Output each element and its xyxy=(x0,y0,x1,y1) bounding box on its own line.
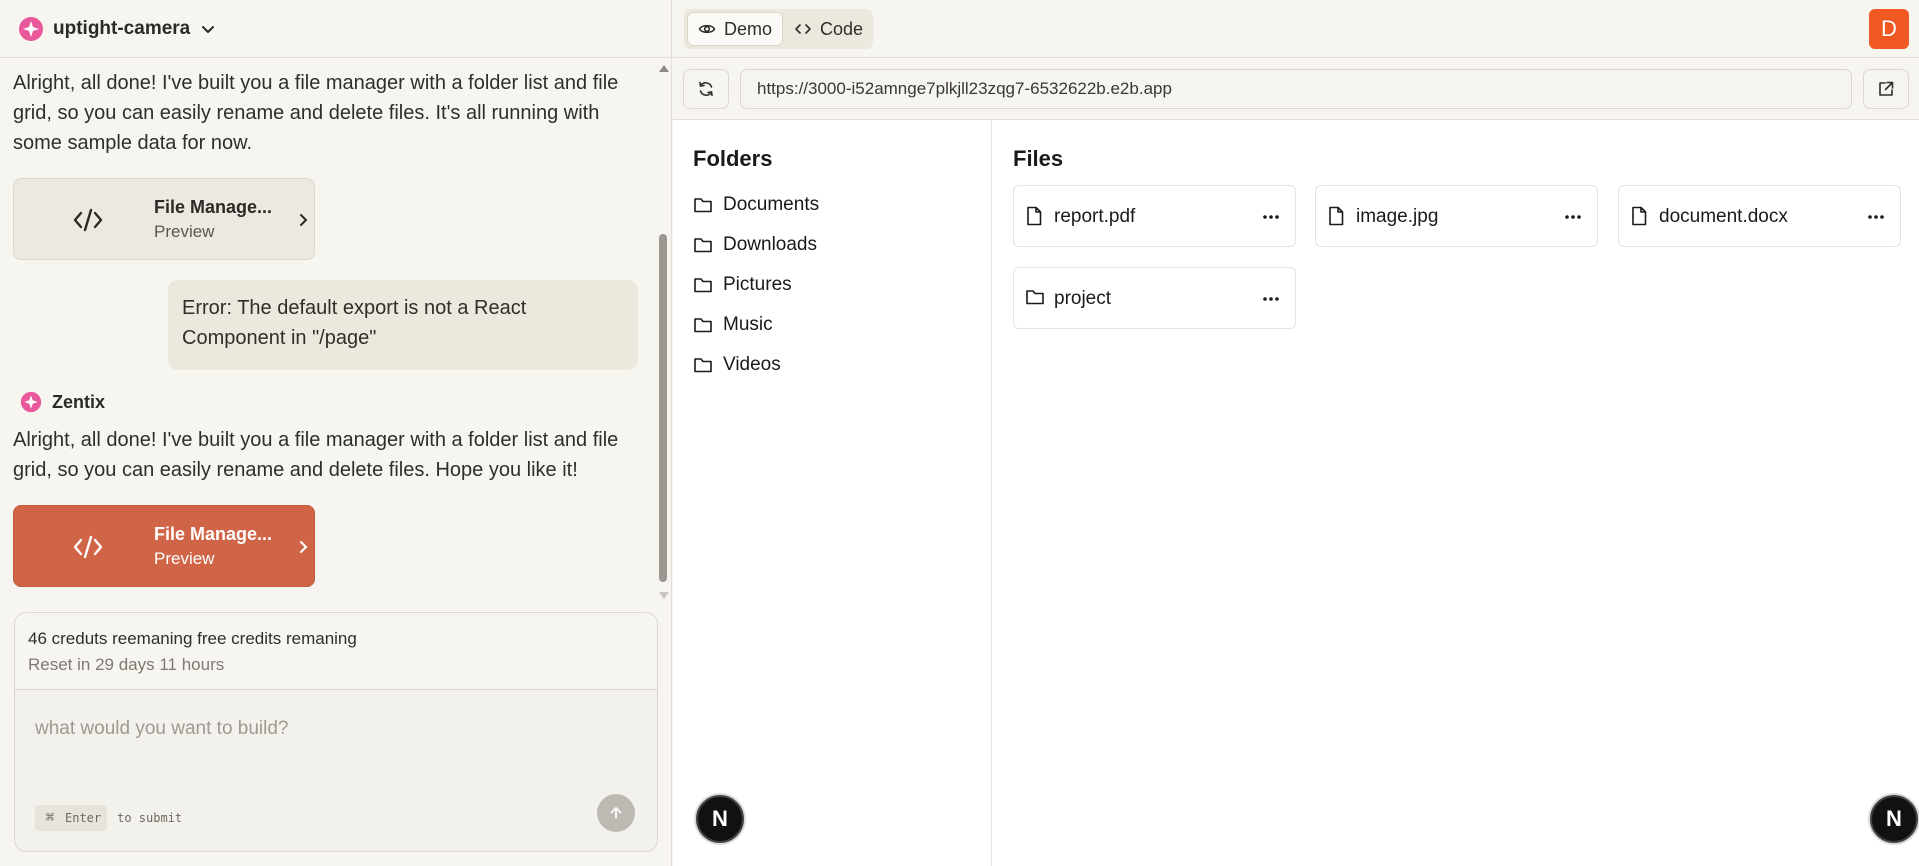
chevron-right-icon xyxy=(296,213,310,227)
user-avatar[interactable]: D xyxy=(1869,9,1909,49)
files-panel: Files report.pdf image.jpg document.docx… xyxy=(992,120,1919,866)
folder-icon xyxy=(694,198,712,213)
code-icon xyxy=(795,24,811,34)
more-horizontal-icon xyxy=(1868,215,1884,219)
submit-hint-text: to submit xyxy=(117,811,183,825)
folder-label: Pictures xyxy=(723,274,792,295)
folder-item-videos[interactable]: Videos xyxy=(693,350,781,380)
credits-info: 46 creduts reemaning free credits remani… xyxy=(15,613,657,690)
next-dev-badge[interactable]: N xyxy=(696,795,744,843)
folder-label: Documents xyxy=(723,194,820,215)
folder-card[interactable]: project xyxy=(1013,267,1296,329)
preview-card-title: File Manage... xyxy=(154,197,273,217)
demo-tab-label: Demo xyxy=(724,18,773,39)
file-name: report.pdf xyxy=(1054,206,1136,227)
folders-title: Folders xyxy=(693,146,773,171)
scroll-thumb[interactable] xyxy=(659,234,667,582)
folder-label: Videos xyxy=(723,354,781,375)
preview-card-subtitle: Preview xyxy=(154,549,215,568)
files-title: Files xyxy=(1013,146,1064,171)
assistant-message: Alright, all done! I've built you a file… xyxy=(13,72,619,154)
enter-key-label: Enter xyxy=(61,805,108,831)
folders-sidebar: Folders Documents Downloads Pictures Mus… xyxy=(673,120,992,866)
sparkle-logo-icon xyxy=(20,391,42,413)
folder-label: Music xyxy=(723,314,773,335)
preview-card-subtitle: Preview xyxy=(154,222,215,241)
send-button[interactable] xyxy=(597,794,635,832)
chat-history[interactable]: Alright, all done! I've built you a file… xyxy=(0,58,660,598)
demo-tab[interactable]: Demo xyxy=(687,12,783,46)
chevron-right-icon xyxy=(296,540,310,554)
file-name: document.docx xyxy=(1659,206,1788,227)
preview-card[interactable]: File Manage... Preview xyxy=(13,178,315,260)
credits-reset: Reset in 29 days 11 hours xyxy=(28,655,225,674)
refresh-button[interactable] xyxy=(683,69,729,109)
file-card[interactable]: report.pdf xyxy=(1013,185,1296,247)
prompt-input[interactable] xyxy=(35,713,635,745)
agent-name: Zentix xyxy=(52,391,106,412)
preview-card-active[interactable]: File Manage... Preview xyxy=(13,505,315,587)
agent-header: Zentix xyxy=(20,391,105,413)
code-icon xyxy=(72,533,104,561)
sparkle-logo-icon xyxy=(18,16,44,42)
submit-hint: ⌘ Enter to submit xyxy=(35,805,182,831)
folder-item-pictures[interactable]: Pictures xyxy=(693,270,792,300)
external-link-icon xyxy=(1879,81,1894,96)
file-card[interactable]: document.docx xyxy=(1618,185,1901,247)
arrow-up-icon xyxy=(610,807,622,819)
project-name: uptight-camera xyxy=(53,17,191,39)
folder-icon xyxy=(694,358,712,373)
user-message: Error: The default export is not a React… xyxy=(168,280,638,370)
code-tab[interactable]: Code xyxy=(789,12,869,46)
next-dev-badge[interactable]: N xyxy=(1870,795,1918,843)
folder-icon xyxy=(694,278,712,293)
file-card[interactable]: image.jpg xyxy=(1315,185,1598,247)
folder-icon xyxy=(694,318,712,333)
folder-icon xyxy=(1026,290,1044,305)
chat-panel: uptight-camera Alright, all done! I've b… xyxy=(0,0,672,866)
folder-item-music[interactable]: Music xyxy=(693,310,773,340)
preview-card-title: File Manage... xyxy=(154,524,273,544)
folder-item-downloads[interactable]: Downloads xyxy=(693,230,817,260)
url-field[interactable]: https://3000-i52amnge7plkjll23zqg7-65326… xyxy=(740,69,1852,109)
chevron-down-icon xyxy=(200,21,216,37)
code-icon xyxy=(72,206,104,234)
app-preview: Folders Documents Downloads Pictures Mus… xyxy=(673,120,1919,866)
scroll-down-arrow-icon[interactable] xyxy=(659,592,669,599)
more-horizontal-icon xyxy=(1263,215,1279,219)
url-bar: https://3000-i52amnge7plkjll23zqg7-65326… xyxy=(673,58,1919,120)
credits-remaining: 46 creduts reemaning free credits remani… xyxy=(28,629,357,648)
prompt-composer: 46 creduts reemaning free credits remani… xyxy=(14,612,658,852)
more-horizontal-icon xyxy=(1263,297,1279,301)
file-name: image.jpg xyxy=(1356,206,1439,227)
assistant-message: Alright, all done! I've built you a file… xyxy=(13,429,619,481)
chat-scrollbar[interactable] xyxy=(656,62,670,602)
scroll-up-arrow-icon[interactable] xyxy=(659,65,669,72)
project-selector[interactable]: uptight-camera xyxy=(0,0,672,58)
refresh-icon xyxy=(699,81,713,97)
file-icon xyxy=(1632,206,1647,226)
folder-label: Downloads xyxy=(723,234,817,255)
file-name: project xyxy=(1054,288,1112,309)
view-toggle: Demo Code xyxy=(684,9,873,49)
file-icon xyxy=(1027,206,1042,226)
folder-icon xyxy=(694,238,712,253)
folder-item-documents[interactable]: Documents xyxy=(693,190,819,220)
eye-icon xyxy=(698,24,716,34)
preview-toolbar: Demo Code D xyxy=(673,0,1919,58)
more-horizontal-icon xyxy=(1565,215,1581,219)
open-external-button[interactable] xyxy=(1863,69,1909,109)
file-icon xyxy=(1329,206,1344,226)
code-tab-label: Code xyxy=(820,18,864,39)
preview-panel: Demo Code D https://3000-i52amnge7plkjll… xyxy=(673,0,1919,866)
